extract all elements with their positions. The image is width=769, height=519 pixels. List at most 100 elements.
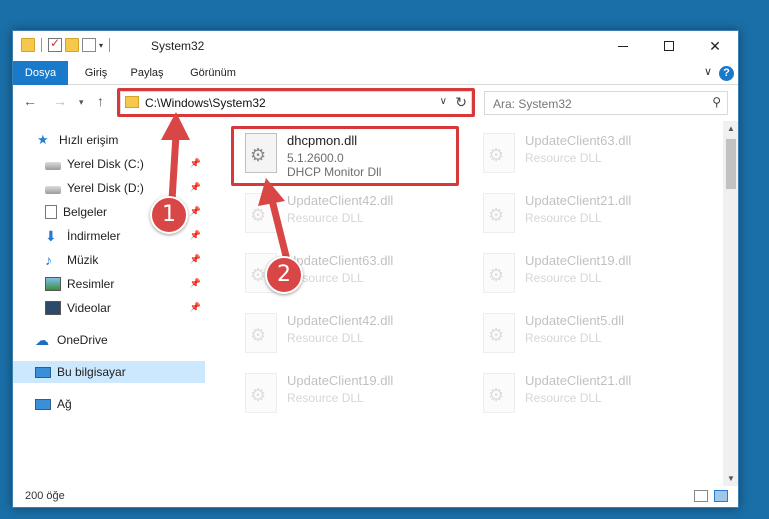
disk-icon [45,185,61,194]
nav-label: Videolar [67,301,111,315]
vertical-scrollbar[interactable]: ▲ ▼ [723,121,738,486]
gear-icon: ⚙ [250,265,267,285]
nav-item-network[interactable]: Ağ [13,393,205,415]
network-icon [35,398,51,410]
file-item[interactable]: ⚙ UpdateClient21.dll Resource DLL [471,187,701,237]
dll-file-icon: ⚙ [245,193,277,233]
gear-icon: ⚙ [488,265,505,285]
file-type: Resource DLL [287,391,364,405]
scroll-up-icon[interactable]: ▲ [727,124,735,133]
file-name: UpdateClient19.dll [287,373,394,388]
nav-label: Müzik [67,253,99,267]
search-input[interactable]: Ara: System32 ⚲ [484,91,728,115]
close-icon: ✕ [709,37,721,54]
status-bar: 200 öğe [13,486,738,507]
file-type: Resource DLL [525,211,602,225]
window-title: System32 [151,39,205,53]
file-name: UpdateClient63.dll [525,133,632,148]
minimize-button[interactable] [600,31,646,61]
nav-item-this-pc[interactable]: Bu bilgisayar [13,361,205,383]
minimize-icon [618,45,628,47]
gear-icon: ⚙ [488,145,505,165]
navigation-pane: ★ Hızlı erişim Yerel Disk (C:) 📌 Yerel D… [13,121,205,486]
close-button[interactable]: ✕ [692,31,738,61]
nav-item-quick-access[interactable]: ★ Hızlı erişim [13,129,205,151]
ribbon-expand-icon[interactable]: ∨ [704,65,712,78]
scrollbar-thumb[interactable] [726,139,736,189]
callout-one: 1 [150,196,188,234]
downloads-icon: ⬇ [45,228,57,244]
tab-paylas[interactable]: Paylaş [129,61,165,85]
search-placeholder: Ara: System32 [493,97,572,111]
file-item[interactable]: ⚙ UpdateClient5.dll Resource DLL [471,307,701,357]
nav-label: Hızlı erişim [59,133,119,147]
file-name: UpdateClient63.dll [287,253,394,268]
nav-item-videos[interactable]: Videolar 📌 [13,297,205,319]
disk-icon [45,161,61,170]
customize-toolbar-icon[interactable] [82,38,96,52]
file-name: UpdateClient19.dll [525,253,632,268]
file-item[interactable]: ⚙ UpdateClient42.dll Resource DLL [233,187,463,237]
onedrive-icon: ☁ [35,332,49,348]
maximize-icon [664,41,674,51]
file-item[interactable]: ⚙ UpdateClient21.dll Resource DLL [471,367,701,417]
pin-icon[interactable]: 📌 [190,230,201,241]
dll-file-icon: ⚙ [483,133,515,173]
dll-file-icon: ⚙ [483,253,515,293]
item-count: 200 öğe [25,490,65,502]
file-type: Resource DLL [525,151,602,165]
up-arrow-icon[interactable]: ↑ [97,93,104,109]
separator [41,38,42,52]
nav-item-local-disk-c[interactable]: Yerel Disk (C:) 📌 [13,153,205,175]
file-type: Resource DLL [525,391,602,405]
file-name: UpdateClient42.dll [287,313,394,328]
nav-label: İndirmeler [67,229,121,243]
maximize-button[interactable] [646,31,692,61]
forward-arrow-icon[interactable]: → [53,93,67,109]
gear-icon: ⚙ [488,205,505,225]
nav-label: Ağ [57,397,72,411]
new-folder-icon[interactable] [65,38,79,52]
documents-icon [45,205,57,219]
help-icon[interactable]: ? [719,66,734,81]
pin-icon[interactable]: 📌 [190,254,201,265]
nav-item-local-disk-d[interactable]: Yerel Disk (D:) 📌 [13,177,205,199]
tab-gorunum[interactable]: Görünüm [185,61,241,85]
dll-file-icon: ⚙ [245,313,277,353]
callout-two: 2 [265,256,303,294]
nav-item-music[interactable]: ♪ Müzik 📌 [13,249,205,271]
folder-icon [21,38,35,52]
file-item[interactable]: ⚙ UpdateClient19.dll Resource DLL [233,367,463,417]
dll-file-icon: ⚙ [483,193,515,233]
file-item[interactable]: ⚙ UpdateClient19.dll Resource DLL [471,247,701,297]
nav-label: Resimler [67,277,115,291]
pin-icon[interactable]: 📌 [190,302,201,313]
nav-label: Bu bilgisayar [57,365,126,379]
recent-locations-icon[interactable]: ▾ [79,97,84,108]
pin-icon[interactable]: 📌 [190,278,201,289]
gear-icon: ⚙ [250,205,267,225]
address-highlight-box [117,88,475,117]
search-icon[interactable]: ⚲ [712,95,721,109]
large-icons-view-icon[interactable] [714,490,728,502]
pin-icon[interactable]: 📌 [190,158,201,169]
dll-file-icon: ⚙ [483,373,515,413]
nav-item-onedrive[interactable]: ☁ OneDrive [13,329,205,351]
explorer-window: ▾ System32 ✕ Dosya Giriş Paylaş Görünüm … [12,30,739,508]
file-item[interactable]: ⚙ UpdateClient63.dll Resource DLL [471,127,701,177]
file-type: Resource DLL [287,331,364,345]
tab-giris[interactable]: Giriş [79,61,113,85]
pin-icon[interactable]: 📌 [190,206,201,217]
file-name: UpdateClient21.dll [525,193,632,208]
back-arrow-icon[interactable]: ← [23,93,37,109]
file-item[interactable]: ⚙ UpdateClient42.dll Resource DLL [233,307,463,357]
dll-file-icon: ⚙ [245,373,277,413]
scroll-down-icon[interactable]: ▼ [727,474,735,483]
nav-item-pictures[interactable]: Resimler 📌 [13,273,205,295]
properties-icon[interactable] [48,36,62,52]
tab-dosya[interactable]: Dosya [13,61,68,85]
pin-icon[interactable]: 📌 [190,182,201,193]
toolbar-dropdown-icon[interactable]: ▾ [99,41,103,50]
details-view-icon[interactable] [694,490,708,502]
dll-file-icon: ⚙ [483,313,515,353]
